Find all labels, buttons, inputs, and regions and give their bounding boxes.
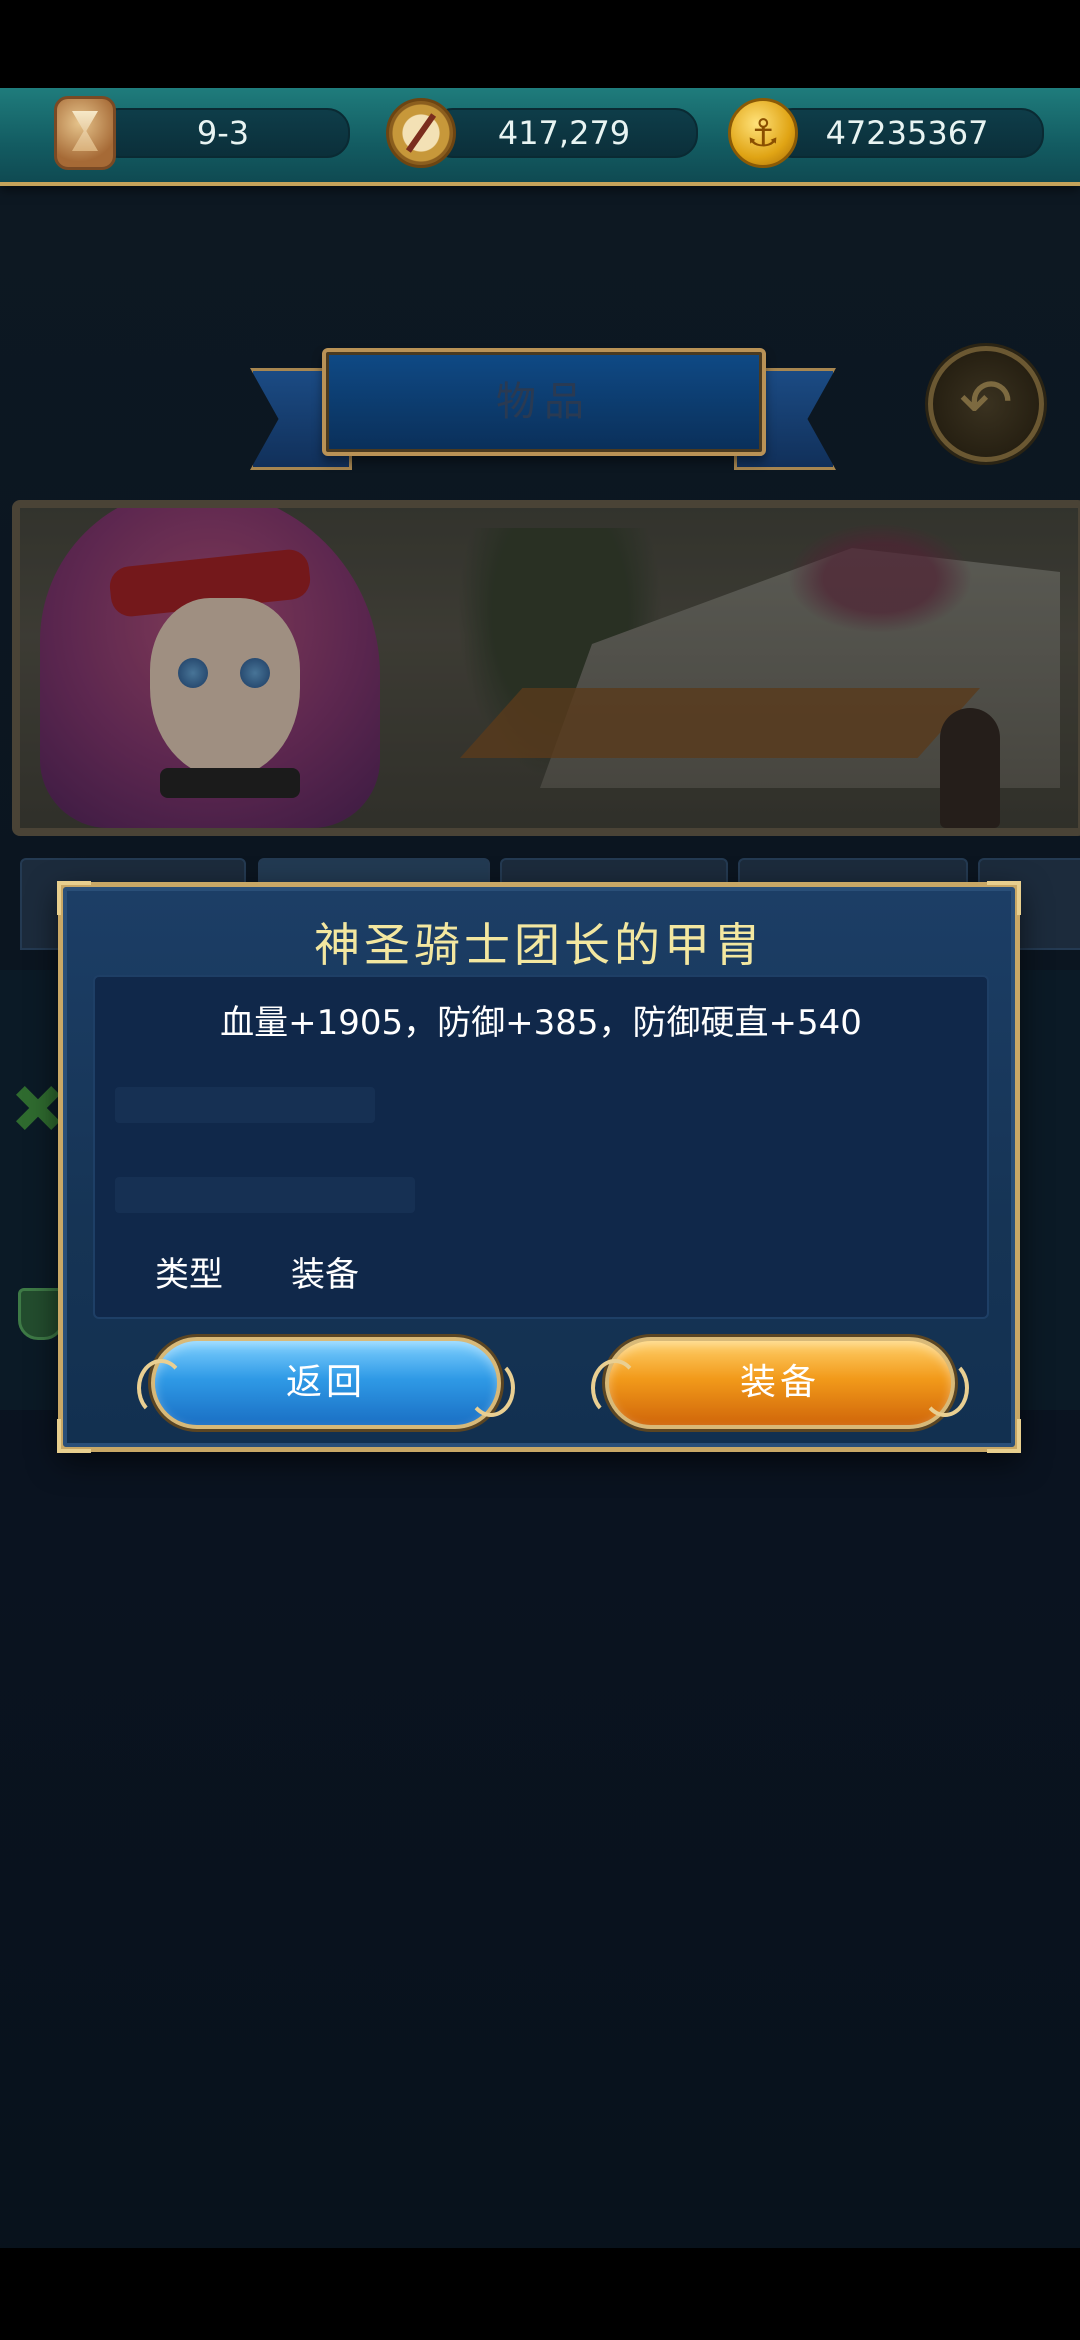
compass-icon <box>386 98 456 168</box>
type-label: 类型 <box>155 1255 223 1295</box>
gold-value: 47235367 <box>825 114 989 152</box>
hourglass-icon <box>54 96 116 170</box>
page-title: 物品 <box>496 379 592 425</box>
game-screen: 9-3 417,279 47235367 物品 ↶ <box>0 0 1080 2340</box>
item-stats: 血量+1905，防御+385，防御硬直+540 <box>220 1003 862 1043</box>
back-arrow-icon: ↶ <box>959 366 1013 440</box>
item-info-panel: 血量+1905，防御+385，防御硬直+540 类型 装备 <box>93 975 989 1319</box>
stage-value: 9-3 <box>196 114 250 152</box>
equip-button-label: 装备 <box>739 1362 820 1403</box>
title-ribbon: 物品 <box>322 348 766 456</box>
equip-button[interactable]: 装备 <box>591 1337 969 1429</box>
navigation-bar <box>0 2248 1080 2340</box>
stage-pill: 9-3 <box>96 108 350 158</box>
back-button[interactable]: 返回 <box>137 1337 515 1429</box>
anchor-coin-icon <box>728 98 798 168</box>
type-value: 装备 <box>291 1255 359 1295</box>
item-detail-dialog: 神圣骑士团长的甲胄 血量+1905，防御+385，防御硬直+540 类型 装备 … <box>57 881 1021 1453</box>
compass-value: 417,279 <box>497 114 631 152</box>
back-arrow-button[interactable]: ↶ <box>928 346 1044 462</box>
item-name: 神圣骑士团长的甲胄 <box>314 918 764 972</box>
status-bar <box>0 0 1080 88</box>
back-button-label: 返回 <box>285 1362 366 1403</box>
resource-bar: 9-3 417,279 47235367 <box>0 88 1080 186</box>
character-banner <box>12 500 1080 836</box>
compass-pill: 417,279 <box>430 108 698 158</box>
gold-pill: 47235367 <box>770 108 1044 158</box>
